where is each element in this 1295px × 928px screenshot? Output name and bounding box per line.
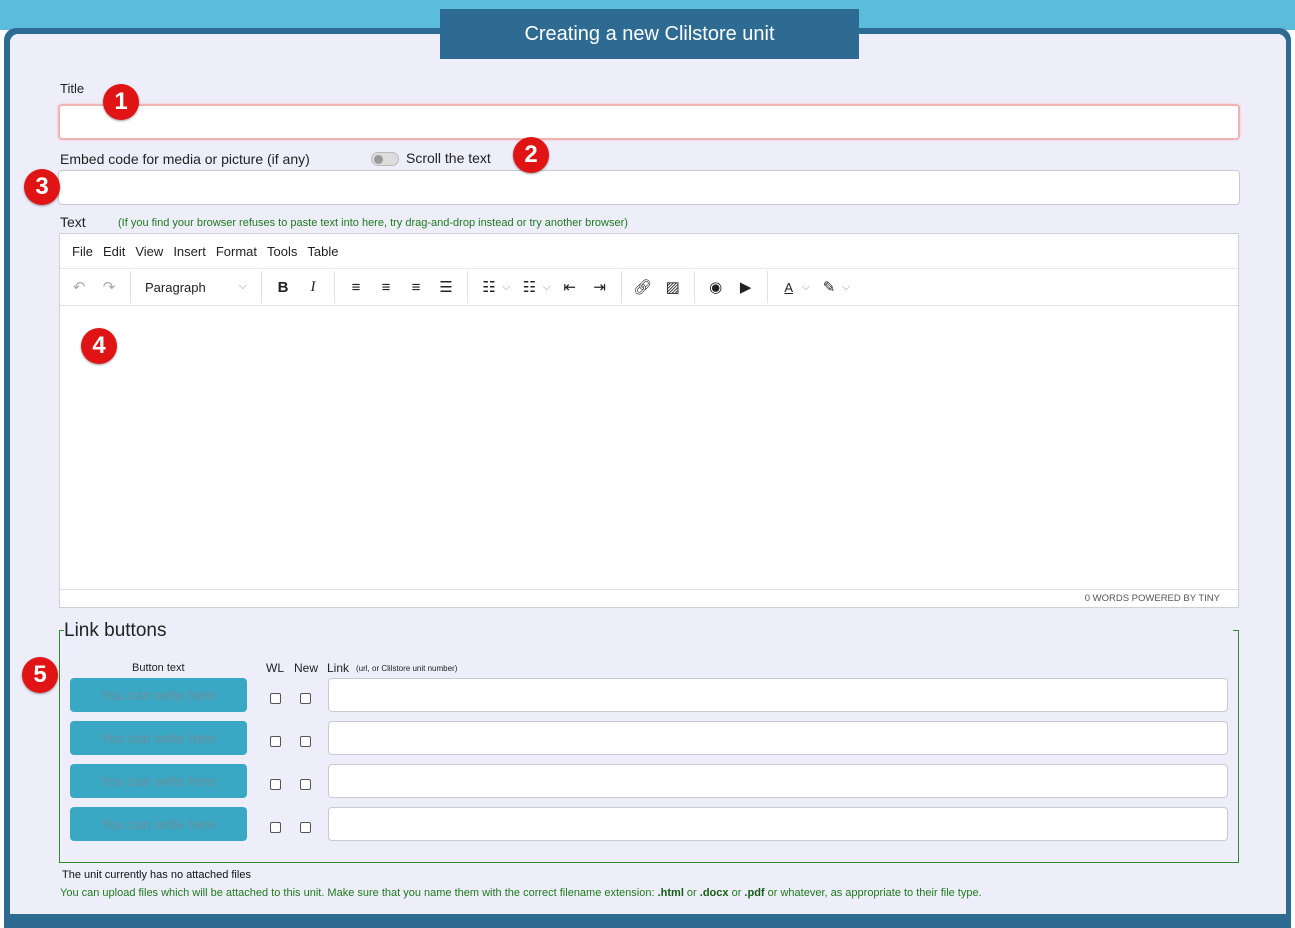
toolbar-divider <box>766 271 768 303</box>
menu-edit[interactable]: Edit <box>103 244 125 259</box>
page-title: Creating a new Clilstore unit <box>440 9 859 59</box>
new-checkbox[interactable] <box>300 779 311 790</box>
block-format-value: Paragraph <box>145 279 206 295</box>
or-text: or <box>683 887 700 899</box>
undo-icon[interactable]: ↶ <box>66 278 92 296</box>
ext-html: .html <box>657 887 684 899</box>
chevron-down-icon[interactable]: ⌵ <box>802 281 810 294</box>
menu-view[interactable]: View <box>135 244 163 259</box>
ext-pdf: .pdf <box>744 887 765 899</box>
upload-note: You can upload files which will be attac… <box>60 887 982 899</box>
upload-prefix: You can upload files which will be attac… <box>60 887 658 899</box>
or-text: or <box>728 887 745 899</box>
editor-menubar: File Edit View Insert Format Tools Table <box>60 234 1238 268</box>
link-input[interactable] <box>328 807 1228 841</box>
editor-statusbar: 0 WORDS POWERED BY TINY <box>60 589 1238 607</box>
link-input[interactable] <box>328 721 1228 755</box>
embed-label: Embed code for media or picture (if any) <box>60 151 310 167</box>
italic-icon[interactable]: I <box>300 279 326 296</box>
scroll-label: Scroll the text <box>406 150 491 166</box>
button-text-input[interactable]: You can write here <box>70 678 247 712</box>
chevron-down-icon[interactable]: ⌵ <box>542 281 550 294</box>
image-icon[interactable]: ▨ <box>660 278 686 296</box>
callout-marker-3: 3 <box>24 169 60 205</box>
link-buttons-legend: Link buttons <box>64 620 167 641</box>
upload-suffix: or whatever, as appropriate to their fil… <box>764 887 982 899</box>
media-play-icon[interactable]: ▶ <box>733 278 759 296</box>
text-label: Text <box>60 214 86 230</box>
col-link-hint: (url, or Clilstore unit number) <box>356 664 458 673</box>
toolbar-divider <box>261 271 262 303</box>
title-label: Title <box>60 81 85 96</box>
outdent-icon[interactable]: ⇤ <box>557 278 583 296</box>
callout-marker-2: 2 <box>513 137 549 173</box>
fieldset-border <box>1233 630 1239 631</box>
toolbar-divider <box>693 271 695 303</box>
text-color-icon[interactable]: A <box>776 280 802 295</box>
col-wl: WL <box>266 661 284 675</box>
preview-eye-icon[interactable]: ◉ <box>703 278 729 296</box>
bold-icon[interactable]: B <box>270 279 296 296</box>
scroll-toggle[interactable] <box>371 152 399 166</box>
button-text-input[interactable]: You can write here <box>70 764 247 798</box>
link-icon[interactable]: 🔗︎ <box>630 278 656 296</box>
menu-insert[interactable]: Insert <box>173 244 206 259</box>
col-button-text: Button text <box>132 662 185 674</box>
button-text-input[interactable]: You can write here <box>70 721 247 755</box>
redo-icon[interactable]: ↷ <box>96 278 122 296</box>
chevron-down-icon[interactable]: ⌵ <box>842 281 850 294</box>
new-checkbox[interactable] <box>300 693 311 704</box>
new-checkbox[interactable] <box>300 736 311 747</box>
toolbar-divider <box>620 271 622 303</box>
align-justify-icon[interactable]: ☰ <box>433 278 459 296</box>
chevron-down-icon: ⌵ <box>238 279 247 292</box>
rich-text-editor[interactable]: File Edit View Insert Format Tools Table… <box>59 233 1239 608</box>
new-checkbox[interactable] <box>300 822 311 833</box>
callout-marker-1: 1 <box>103 84 139 120</box>
menu-tools[interactable]: Tools <box>267 244 297 259</box>
wl-checkbox[interactable] <box>270 693 281 704</box>
callout-marker-4: 4 <box>81 328 117 364</box>
highlight-icon[interactable]: ✎ <box>816 278 842 296</box>
col-new: New <box>294 661 319 675</box>
toolbar-divider <box>334 271 335 303</box>
toolbar-divider <box>467 271 468 303</box>
align-left-icon[interactable]: ≡ <box>343 279 369 296</box>
bullet-list-icon[interactable]: ☷ <box>476 278 502 296</box>
align-right-icon[interactable]: ≡ <box>403 279 429 296</box>
menu-format[interactable]: Format <box>216 244 257 259</box>
menu-file[interactable]: File <box>72 244 93 259</box>
no-files-note: The unit currently has no attached files <box>62 869 251 881</box>
align-center-icon[interactable]: ≡ <box>373 279 399 296</box>
editor-toolbar: ↶ ↷ Paragraph ⌵ B I ≡ ≡ ≡ ☰ ☷ ⌵ ☷ ⌵ ⇤ ⇥ 🔗︎… <box>60 268 1238 306</box>
ext-docx: .docx <box>699 887 729 899</box>
menu-table[interactable]: Table <box>307 244 338 259</box>
text-hint: (If you find your browser refuses to pas… <box>118 217 628 229</box>
numbered-list-icon[interactable]: ☷ <box>516 278 542 296</box>
wl-checkbox[interactable] <box>270 779 281 790</box>
embed-input[interactable] <box>58 170 1240 205</box>
toolbar-divider <box>130 271 131 303</box>
wl-checkbox[interactable] <box>270 822 281 833</box>
button-text-input[interactable]: You can write here <box>70 807 247 841</box>
title-input[interactable] <box>58 104 1240 140</box>
callout-marker-5: 5 <box>22 657 58 693</box>
wl-checkbox[interactable] <box>270 736 281 747</box>
link-input[interactable] <box>328 764 1228 798</box>
link-input[interactable] <box>328 678 1228 712</box>
chevron-down-icon[interactable]: ⌵ <box>502 281 510 294</box>
col-link: Link <box>327 661 350 675</box>
indent-icon[interactable]: ⇥ <box>587 278 613 296</box>
block-format-select[interactable]: Paragraph ⌵ <box>137 280 255 295</box>
